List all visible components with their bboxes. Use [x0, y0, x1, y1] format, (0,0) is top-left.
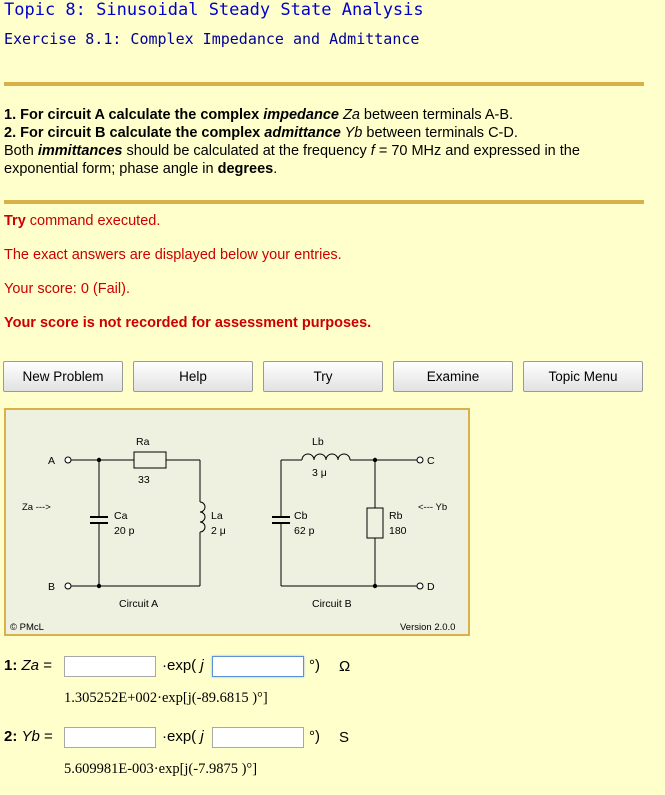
za-degree-text: °)	[309, 657, 320, 674]
label-ra: Ra	[136, 436, 150, 448]
exercise-title: Exercise 8.1: Complex Impedance and Admi…	[4, 30, 420, 48]
terminal-d-dot	[416, 582, 424, 590]
label-cb-value: 62 p	[294, 525, 315, 537]
label-terminal-d: D	[427, 581, 435, 593]
label-lb: Lb	[312, 436, 324, 448]
top-divider	[4, 82, 644, 86]
label-ca-value: 20 p	[114, 525, 135, 537]
resistor-rb	[366, 507, 384, 539]
status-not-recorded: Your score is not recorded for assessmen…	[4, 315, 372, 331]
help-button[interactable]: Help	[133, 361, 253, 392]
inductor-lb	[301, 453, 351, 461]
try-button[interactable]: Try	[263, 361, 383, 392]
ohm-unit: Ω	[339, 658, 351, 675]
za-exp-text: ·exp( j	[162, 657, 204, 674]
label-ra-value: 33	[138, 474, 150, 486]
terminal-a-dot	[64, 456, 72, 464]
label-terminal-a: A	[48, 455, 55, 467]
yb-degree-text: °)	[309, 728, 320, 745]
circuit-diagram: Ra 33 Ca 20 p La 2 μ Lb 3 μ Cb 62 p Rb 1…	[10, 436, 455, 633]
label-la-value: 2 μ	[211, 525, 226, 537]
siemens-unit: S	[339, 729, 350, 746]
status-try: Try command executed.	[4, 213, 161, 229]
topic-menu-button[interactable]: Topic Menu	[523, 361, 643, 392]
label-ca: Ca	[114, 510, 128, 522]
label-rb-value: 180	[389, 525, 407, 537]
terminal-b-dot	[64, 582, 72, 590]
topic-title: Topic 8: Sinusoidal Steady State Analysi…	[4, 0, 424, 20]
question-line-3: Both immittances should be calculated at…	[4, 143, 580, 177]
za-magnitude-input[interactable]	[64, 656, 156, 677]
terminal-c-dot	[416, 456, 424, 464]
label-terminal-b: B	[48, 581, 55, 593]
yb-magnitude-input[interactable]	[64, 727, 156, 748]
label-rb: Rb	[389, 510, 403, 522]
yb-phase-input[interactable]	[212, 727, 304, 748]
middle-divider	[4, 200, 644, 204]
status-score: Your score: 0 (Fail).	[4, 281, 130, 297]
label-za-arrow: Za --->	[22, 502, 51, 513]
examine-button[interactable]: Examine	[393, 361, 513, 392]
label-la: La	[211, 510, 223, 522]
question-text: 1. For circuit A calculate the complex i…	[4, 106, 649, 178]
label-lb-value: 3 μ	[312, 467, 327, 479]
question-line-2: 2. For circuit B calculate the complex a…	[4, 125, 518, 141]
version-text: Version 2.0.0	[400, 622, 455, 633]
yb-label: 2: Yb =	[4, 728, 53, 745]
inductor-la	[199, 501, 206, 533]
yb-exact-answer: 5.609981E-003·exp[j(-7.9875 )°]	[64, 761, 258, 777]
status-exact: The exact answers are displayed below yo…	[4, 247, 342, 263]
za-exact-answer: 1.305252E+002·exp[j(-89.6815 )°]	[64, 690, 268, 706]
question-line-1: 1. For circuit A calculate the complex i…	[4, 107, 514, 123]
new-problem-button[interactable]: New Problem	[3, 361, 123, 392]
label-terminal-c: C	[427, 455, 435, 467]
label-yb-arrow: <--- Yb	[418, 502, 447, 513]
copyright-text: © PMcL	[10, 622, 44, 633]
za-label: 1: Za =	[4, 657, 52, 674]
yb-exp-text: ·exp( j	[162, 728, 204, 745]
circuit-figure: Ra 33 Ca 20 p La 2 μ Lb 3 μ Cb 62 p Rb 1…	[4, 408, 470, 636]
resistor-ra	[133, 451, 167, 469]
label-cb: Cb	[294, 510, 308, 522]
za-phase-input[interactable]	[212, 656, 304, 677]
label-circuit-a: Circuit A	[119, 598, 158, 610]
label-circuit-b: Circuit B	[312, 598, 352, 610]
